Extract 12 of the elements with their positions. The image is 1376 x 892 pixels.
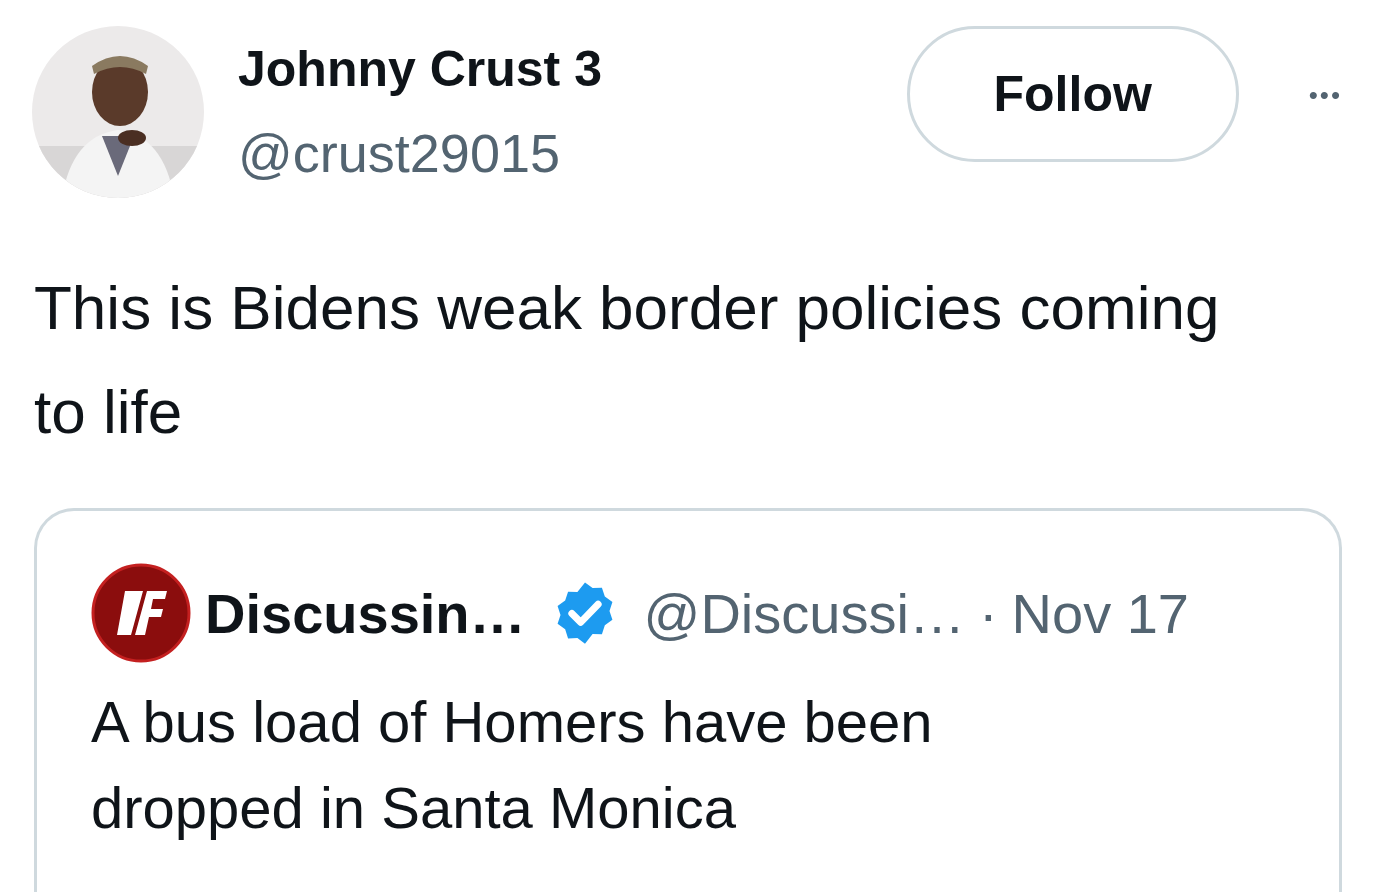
quoted-tweet-date[interactable]: Nov 17 xyxy=(1011,580,1189,646)
logo-icon xyxy=(91,563,191,663)
tweet-text: This is Bidens weak border policies coming to life xyxy=(34,272,1221,448)
quoted-author-handle[interactable]: @Discussi… xyxy=(643,580,965,646)
follow-button[interactable]: Follow xyxy=(906,26,1239,162)
separator-dot: · xyxy=(978,580,998,646)
author-name[interactable]: Johnny Crust 3 xyxy=(238,38,907,100)
author-handle[interactable]: @crust29015 xyxy=(238,118,907,188)
quoted-tweet-card[interactable]: Discussin… @Discussi… · Nov 17 A bus load of Homers have been dropped in Santa Monica xyxy=(34,508,1342,892)
quoted-author-name[interactable]: Discussin… xyxy=(205,580,526,646)
more-button[interactable]: ••• xyxy=(1308,80,1342,111)
quoted-tweet-text: A bus load of Homers have been dropped in Santa Monica xyxy=(91,688,934,842)
